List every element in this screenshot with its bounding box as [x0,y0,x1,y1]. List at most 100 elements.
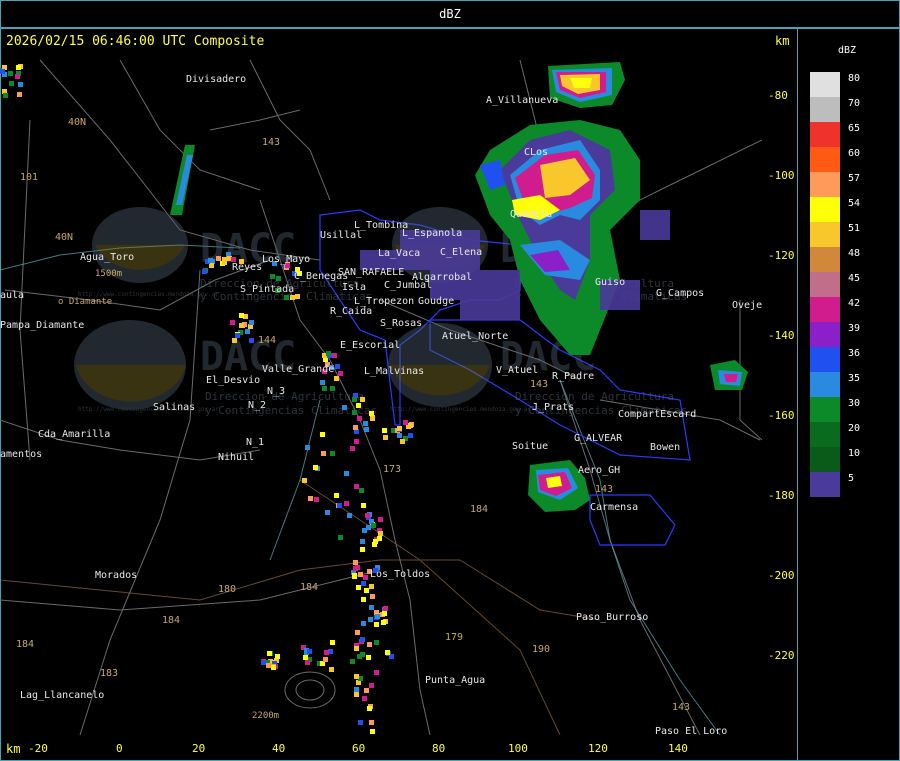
legend-swatch [810,347,840,372]
echo-pixel [16,65,21,70]
echo-pixel [382,428,387,433]
x-tick: 60 [352,742,366,755]
echo-pixel [230,320,235,325]
label-aula: aula [0,290,24,301]
label-elev-1500: 1500m [95,269,122,279]
km-unit-bottom: km [6,742,21,756]
legend-label: 48 [848,248,861,259]
echo-pixel [408,433,413,438]
echo-pixel [363,575,368,580]
echo-pixel [239,313,244,318]
label-isla: Isla [342,282,366,293]
echo-pixel [360,547,365,552]
echo-pixel [0,69,5,74]
echo-pixel [397,426,402,431]
label-n-1: N_1 [246,437,264,448]
label-carmensa: Carmensa [590,502,638,513]
echo-pixel [360,652,365,657]
echo-pixel [383,435,388,440]
echo-pixel [305,660,310,665]
y-tick: -120 [768,249,795,262]
echo-pixel [314,497,319,502]
label-diamante: o Diamante [58,297,112,307]
route-label: 183 [100,668,118,679]
echo-pixel [307,649,312,654]
timestamp-label: 2026/02/15 06:46:00 UTC Composite [6,34,265,49]
x-tick: 40 [272,742,286,755]
echo-pixel [367,642,372,647]
label-v-atuel: V_Atuel [496,365,538,376]
echo-pixel [322,386,327,391]
label-los-toldos: Los_Toldos [370,569,430,580]
echo-pixel [353,425,358,430]
label-g-alvear: G_ALVEAR [574,433,623,444]
echo-pixel [369,411,374,416]
echo-pixel [245,329,250,334]
echo-pixel [357,416,362,421]
route-label: 184 [16,639,34,650]
echo-pixel [352,397,357,402]
label-salinas: Salinas [153,402,195,413]
label-l-espanola: L_Espanola [402,228,462,239]
echo-pixel [353,560,358,565]
echo-pixel [326,351,331,356]
echo-pixel [397,433,402,438]
label-c-jumbal: C_Jumbal [384,280,432,291]
echo-pixel [347,513,352,518]
label-usillal: Usillal [320,230,362,241]
title-bar: dBZ [0,0,900,28]
legend-label: 51 [848,223,861,234]
label-e-escorial: E_Escorial [340,340,400,351]
echo-pixel [332,353,337,358]
x-tick: 0 [116,742,123,755]
echo-pixel [373,539,378,544]
echo-pixel [342,405,347,410]
legend-swatch [810,472,840,497]
echo-pixel [270,274,275,279]
echo-pixel [222,257,227,262]
echo-pixel [370,416,375,421]
echo-pixel [338,535,343,540]
label-soitue: Soitue [512,441,548,452]
label-guiso: Guiso [595,277,625,288]
route-label: 180 [218,584,236,595]
echo-pixel [202,269,207,274]
echo-pixel [367,706,372,711]
echo-pixel [303,655,308,660]
echo-pixel [18,82,23,87]
echo-pixel [344,471,349,476]
legend-swatch [810,422,840,447]
echo-pixel [330,640,335,645]
legend-title: dBZ [838,45,857,56]
label-n-3: N_3 [267,386,285,397]
echo-pixel [329,667,334,672]
echo-pixel [3,93,8,98]
route-label: 173 [383,464,401,475]
radar-map[interactable]: DACC Direccion de Agricultura y Continge… [0,55,762,735]
echo-pixel [374,670,379,675]
label-elev-2200: 2200m [252,711,279,721]
y-tick: -200 [768,569,795,582]
echo-pixel [275,654,280,659]
route-label: 179 [445,632,463,643]
label-s-rosas: S_Rosas [380,318,422,329]
label-j-prats: J_Prats [532,402,574,413]
legend-label: 35 [848,373,861,384]
legend-swatch [810,447,840,472]
label-el-desvio: El_Desvio [206,375,260,386]
radar-map-svg: DACC Direccion de Agricultura y Continge… [0,59,762,735]
legend-label: 80 [848,73,861,84]
legend-label: 57 [848,173,861,184]
label-divisadero: Divisadero [186,74,246,85]
legend-swatch [810,222,840,247]
echo-pixel [371,523,376,528]
x-tick: 140 [668,742,688,755]
legend-swatch [810,247,840,272]
legend-label: 65 [848,123,861,134]
route-label: 40N [68,117,86,128]
echo-pixel [375,614,380,619]
y-tick: -80 [768,89,788,102]
label-los-mayo: Los_Mayo [262,254,310,265]
title: dBZ [439,7,461,21]
echo-pixel [361,621,366,626]
